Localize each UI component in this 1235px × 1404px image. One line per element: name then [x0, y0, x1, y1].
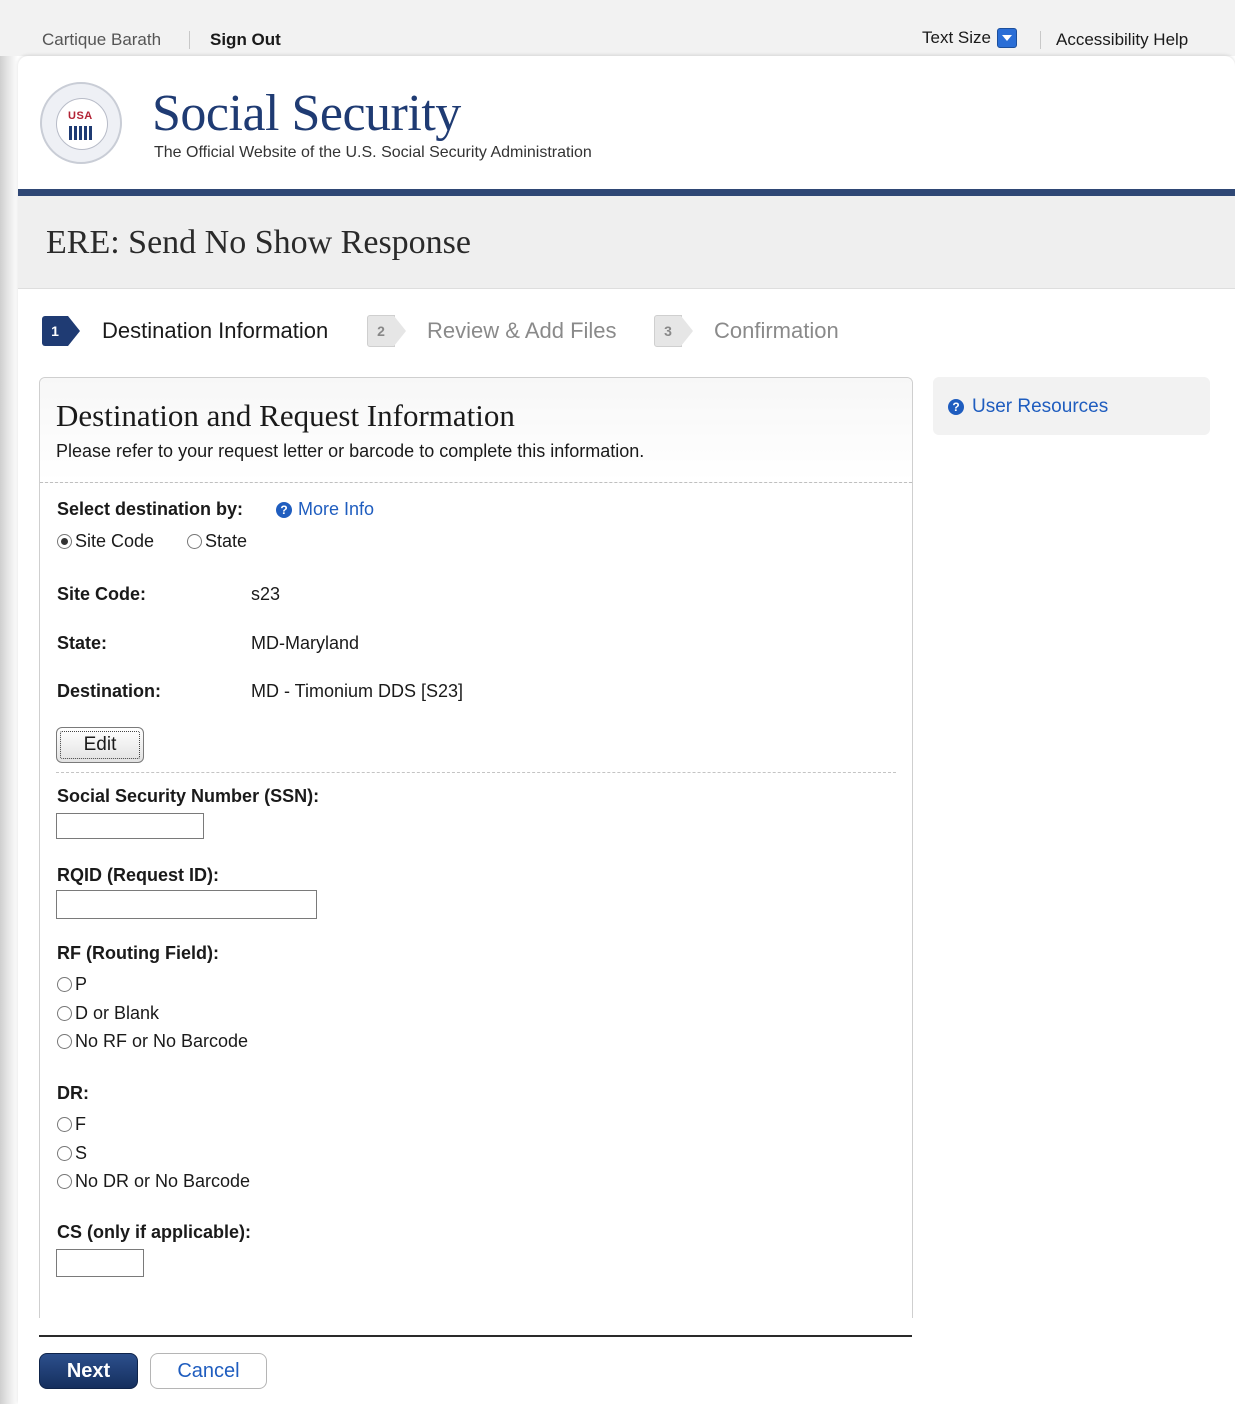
- user-resources-link[interactable]: ? User Resources: [948, 396, 1108, 418]
- utility-separator: [189, 31, 190, 49]
- text-size-label: Text Size: [922, 28, 991, 47]
- left-shadow: [0, 0, 18, 1404]
- section-divider: [56, 772, 896, 773]
- rqid-input[interactable]: [56, 890, 317, 919]
- site-title[interactable]: Social Security: [152, 84, 461, 143]
- seal-usa-text: USA: [68, 110, 93, 122]
- state-value: MD-Maryland: [251, 633, 360, 653]
- ssn-label: Social Security Number (SSN):: [57, 786, 320, 806]
- radio-button[interactable]: [57, 1006, 72, 1021]
- step-label: Confirmation: [714, 318, 839, 343]
- cancel-button[interactable]: Cancel: [150, 1353, 267, 1389]
- cs-label: CS (only if applicable):: [57, 1222, 252, 1242]
- radio-label: No RF or No Barcode: [75, 1031, 249, 1051]
- radio-button[interactable]: [57, 1117, 72, 1132]
- dr-label: DR:: [57, 1083, 89, 1103]
- user-resources-label: User Resources: [972, 396, 1109, 417]
- rqid-label: RQID (Request ID):: [57, 865, 219, 885]
- site-code-label: Site Code:: [57, 584, 147, 604]
- radio-label: No DR or No Barcode: [75, 1171, 251, 1191]
- actions-divider: [39, 1335, 912, 1337]
- radio-label: Site Code: [75, 531, 155, 551]
- site-subtitle: The Official Website of the U.S. Social …: [154, 144, 592, 161]
- seal-stripes-icon: [69, 126, 93, 140]
- next-button[interactable]: Next: [39, 1353, 138, 1389]
- radio-button[interactable]: [57, 977, 72, 992]
- radio-label: State: [205, 531, 248, 551]
- seal-inner: [56, 98, 108, 150]
- radio-label: D or Blank: [75, 1003, 160, 1023]
- radio-dr-no-barcode[interactable]: No DR or No Barcode: [57, 1171, 250, 1192]
- panel-description: Please refer to your request letter or b…: [56, 441, 645, 461]
- select-destination-label: Select destination by:: [57, 499, 244, 519]
- sign-out-link[interactable]: Sign Out: [210, 30, 281, 50]
- radio-label: F: [75, 1114, 86, 1134]
- radio-rf-d-or-blank[interactable]: D or Blank: [57, 1003, 159, 1024]
- step-confirmation: 3 Confirmation: [654, 314, 839, 348]
- radio-button[interactable]: [57, 1146, 72, 1161]
- ssn-input[interactable]: [56, 813, 204, 839]
- step-number: 1: [42, 316, 80, 346]
- more-info-link[interactable]: ? More Info: [276, 499, 374, 520]
- radio-button[interactable]: [57, 1174, 72, 1189]
- panel-title: Destination and Request Information: [56, 398, 515, 433]
- site-code-value: s23: [251, 584, 281, 604]
- step-number: 2: [367, 315, 406, 347]
- accessibility-help-link[interactable]: Accessibility Help: [1056, 30, 1188, 50]
- cs-input[interactable]: [56, 1249, 144, 1277]
- page-title: ERE: Send No Show Response: [46, 224, 471, 261]
- step-label: Destination Information: [102, 318, 329, 343]
- help-icon: ?: [276, 501, 292, 518]
- radio-dr-f[interactable]: F: [57, 1114, 86, 1135]
- radio-rf-no-barcode[interactable]: No RF or No Barcode: [57, 1031, 248, 1052]
- radio-site-code[interactable]: Site Code: [57, 531, 154, 552]
- chevron-down-icon[interactable]: [996, 28, 1017, 48]
- step-label: Review & Add Files: [427, 318, 617, 343]
- help-icon: ?: [948, 399, 964, 415]
- ssa-seal-logo[interactable]: USA: [40, 82, 122, 164]
- more-info-label: More Info: [298, 499, 375, 519]
- destination-value: MD - Timonium DDS [S23]: [251, 681, 464, 701]
- radio-button[interactable]: [187, 534, 202, 549]
- rf-label: RF (Routing Field):: [57, 943, 219, 963]
- utility-separator: [1040, 31, 1041, 49]
- radio-label: P: [75, 974, 88, 994]
- radio-state[interactable]: State: [187, 531, 247, 552]
- step-number: 3: [654, 315, 693, 347]
- radio-label: S: [75, 1143, 88, 1163]
- radio-button[interactable]: [57, 1034, 72, 1049]
- text-size-control[interactable]: Text Size: [922, 28, 1017, 48]
- state-label: State:: [57, 633, 108, 653]
- header-rule: [18, 189, 1235, 196]
- radio-button[interactable]: [57, 534, 72, 549]
- utility-bar: [0, 0, 1235, 56]
- destination-label: Destination:: [57, 681, 162, 701]
- edit-button[interactable]: Edit: [56, 727, 144, 763]
- step-destination-information: 1 Destination Information: [42, 314, 328, 348]
- user-name: Cartique Barath: [42, 30, 162, 49]
- radio-dr-s[interactable]: S: [57, 1143, 87, 1164]
- step-review-add-files: 2 Review & Add Files: [367, 314, 617, 348]
- radio-rf-p[interactable]: P: [57, 974, 87, 995]
